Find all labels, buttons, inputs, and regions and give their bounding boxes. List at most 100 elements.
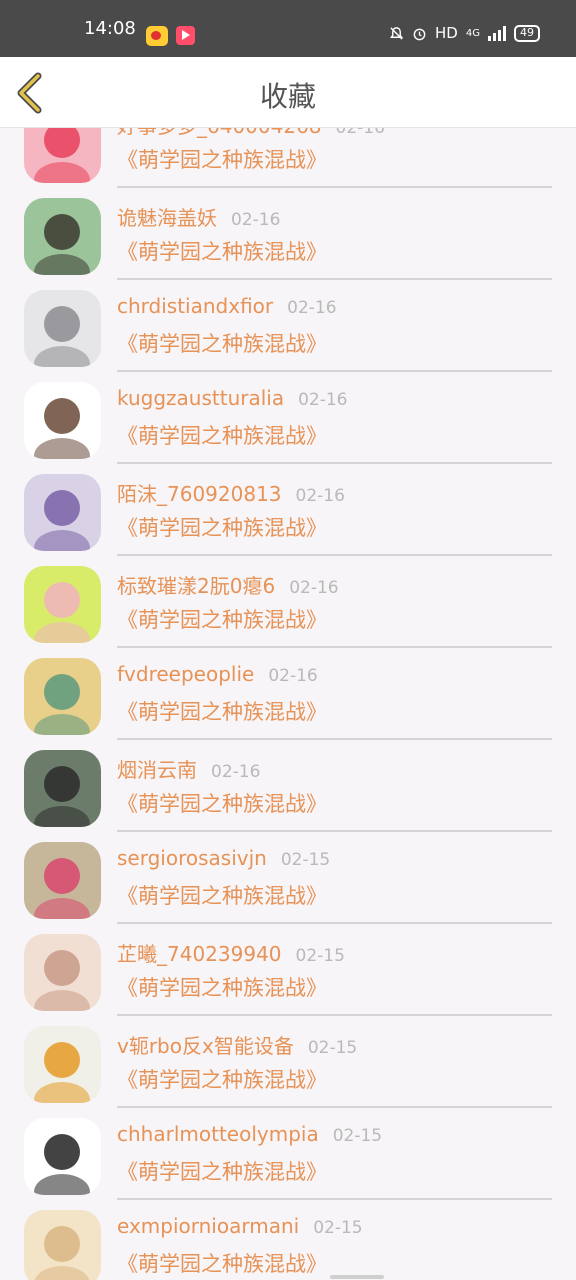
status-bar: 14:08 HD 4G 49 xyxy=(0,0,576,57)
post-date: 02-15 xyxy=(307,1038,358,1058)
book-title[interactable]: 《萌学园之种族混战》 xyxy=(117,696,327,726)
avatar[interactable] xyxy=(24,566,101,643)
avatar[interactable] xyxy=(24,474,101,551)
user-name-text: 芷曦_740239940 xyxy=(117,942,282,966)
user-name-text: 标致璀漾2朊0瘪6 xyxy=(117,574,276,598)
list-item[interactable]: 烟消云南 02-16 《萌学园之种族混战》 xyxy=(0,742,576,834)
divider xyxy=(117,554,552,556)
avatar[interactable] xyxy=(24,382,101,459)
book-title[interactable]: 《萌学园之种族混战》 xyxy=(117,420,327,450)
list-item[interactable]: chrdistiandxfior 02-16 《萌学园之种族混战》 xyxy=(0,282,576,374)
book-title[interactable]: 《萌学园之种族混战》 xyxy=(117,236,327,266)
network-label: HD xyxy=(435,24,458,42)
list-item[interactable]: sergiorosasivjn 02-15 《萌学园之种族混战》 xyxy=(0,834,576,926)
book-title[interactable]: 《萌学园之种族混战》 xyxy=(117,1064,327,1094)
battery-icon: 49 xyxy=(514,24,540,42)
book-title[interactable]: 《萌学园之种族混战》 xyxy=(117,880,327,910)
user-name-text: 好事多多_640004268 xyxy=(117,128,322,138)
user-name[interactable]: chharlmotteolympia 02-15 xyxy=(117,1122,382,1146)
avatar[interactable] xyxy=(24,290,101,367)
divider xyxy=(117,186,552,188)
user-name-text: 诡魅海盖妖 xyxy=(117,206,217,230)
avatar[interactable] xyxy=(24,750,101,827)
status-time: 14:08 xyxy=(84,18,136,39)
user-name-text: fvdreepeoplie xyxy=(117,662,255,686)
divider xyxy=(117,922,552,924)
list-item[interactable]: v轭rbo反x智能设备 02-15 《萌学园之种族混战》 xyxy=(0,1018,576,1110)
signal-icon xyxy=(488,25,506,41)
divider xyxy=(117,278,552,280)
network-type-label: 4G xyxy=(465,27,480,39)
user-name-text: 烟消云南 xyxy=(117,758,197,782)
user-name[interactable]: kuggzaustturalia 02-16 xyxy=(117,386,348,410)
list-item[interactable]: 芷曦_740239940 02-15 《萌学园之种族混战》 xyxy=(0,926,576,1018)
list-item[interactable]: kuggzaustturalia 02-16 《萌学园之种族混战》 xyxy=(0,374,576,466)
favorites-list[interactable]: 好事多多_64000426802-16《萌学园之种族混战》诡魅海盖妖02-16《… xyxy=(0,128,576,1280)
user-name-text: v轭rbo反x智能设备 xyxy=(117,1034,294,1058)
post-date: 02-15 xyxy=(280,850,331,870)
divider xyxy=(117,370,552,372)
avatar[interactable] xyxy=(24,1210,101,1280)
book-title[interactable]: 《萌学园之种族混战》 xyxy=(117,788,327,818)
book-title[interactable]: 《萌学园之种族混战》 xyxy=(117,144,327,174)
book-title[interactable]: 《萌学园之种族混战》 xyxy=(117,1156,327,1186)
list-item[interactable]: chharlmotteolympia 02-15 《萌学园之种族混战》 xyxy=(0,1110,576,1202)
post-date: 02-16 xyxy=(335,128,385,138)
user-name-text: chrdistiandxfior xyxy=(117,294,274,318)
user-name[interactable]: 芷曦_740239940 02-15 xyxy=(117,938,345,967)
divider xyxy=(117,1106,552,1108)
status-icons: HD 4G 49 xyxy=(389,24,540,42)
user-name[interactable]: 陌沫_760920813 02-16 xyxy=(117,478,345,507)
divider xyxy=(117,462,552,464)
user-name[interactable]: 诡魅海盖妖 02-16 xyxy=(117,202,280,231)
user-name-text: 陌沫_760920813 xyxy=(117,482,282,506)
user-name[interactable]: chrdistiandxfior 02-16 xyxy=(117,294,337,318)
weibo-icon xyxy=(146,26,168,46)
book-title[interactable]: 《萌学园之种族混战》 xyxy=(117,328,327,358)
user-name-text: kuggzaustturalia xyxy=(117,386,285,410)
post-date: 02-16 xyxy=(268,666,318,686)
post-date: 02-16 xyxy=(289,578,339,598)
user-name-text: chharlmotteolympia xyxy=(117,1122,319,1146)
user-name[interactable]: 标致璀漾2朊0瘪6 02-16 xyxy=(117,570,339,599)
user-name[interactable]: 烟消云南 02-16 xyxy=(117,754,260,783)
avatar[interactable] xyxy=(24,658,101,735)
divider xyxy=(117,646,552,648)
book-title[interactable]: 《萌学园之种族混战》 xyxy=(117,512,327,542)
alarm-icon xyxy=(413,28,426,40)
post-date: 02-16 xyxy=(231,210,281,230)
list-item[interactable]: 好事多多_640004268 02-16 《萌学园之种族混战》 xyxy=(0,128,576,190)
user-name[interactable]: v轭rbo反x智能设备 02-15 xyxy=(117,1030,357,1059)
avatar[interactable] xyxy=(24,842,101,919)
list-item[interactable]: 标致璀漾2朊0瘪6 02-16 《萌学园之种族混战》 xyxy=(0,558,576,650)
user-name-text: sergiorosasivjn xyxy=(117,846,267,870)
divider xyxy=(117,1198,552,1200)
video-app-icon xyxy=(176,26,195,45)
scrollbar[interactable] xyxy=(330,1275,384,1279)
post-date: 02-15 xyxy=(295,946,345,966)
avatar[interactable] xyxy=(24,1118,101,1195)
list-item[interactable]: fvdreepeoplie 02-16 《萌学园之种族混战》 xyxy=(0,650,576,742)
user-name[interactable]: 好事多多_640004268 02-16 xyxy=(117,128,385,139)
book-title[interactable]: 《萌学园之种族混战》 xyxy=(117,604,327,634)
divider xyxy=(117,1014,552,1016)
divider xyxy=(117,738,552,740)
avatar[interactable] xyxy=(24,1026,101,1103)
user-name-text: exmpiornioarmani xyxy=(117,1214,300,1238)
book-title[interactable]: 《萌学园之种族混战》 xyxy=(117,972,327,1002)
list-item[interactable]: 陌沫_760920813 02-16 《萌学园之种族混战》 xyxy=(0,466,576,558)
avatar[interactable] xyxy=(24,198,101,275)
user-name[interactable]: fvdreepeoplie 02-16 xyxy=(117,662,318,686)
list-item[interactable]: 诡魅海盖妖 02-16 《萌学园之种族混战》 xyxy=(0,190,576,282)
user-name[interactable]: exmpiornioarmani 02-15 xyxy=(117,1214,363,1238)
divider xyxy=(117,830,552,832)
post-date: 02-15 xyxy=(313,1218,363,1238)
mute-bell-icon xyxy=(389,26,404,40)
list-item[interactable]: exmpiornioarmani 02-15 《萌学园之种族混战》 xyxy=(0,1202,576,1280)
book-title[interactable]: 《萌学园之种族混战》 xyxy=(117,1248,327,1278)
avatar[interactable] xyxy=(24,934,101,1011)
post-date: 02-15 xyxy=(332,1126,383,1146)
user-name[interactable]: sergiorosasivjn 02-15 xyxy=(117,846,330,870)
post-date: 02-16 xyxy=(211,762,261,782)
avatar[interactable] xyxy=(24,128,101,183)
